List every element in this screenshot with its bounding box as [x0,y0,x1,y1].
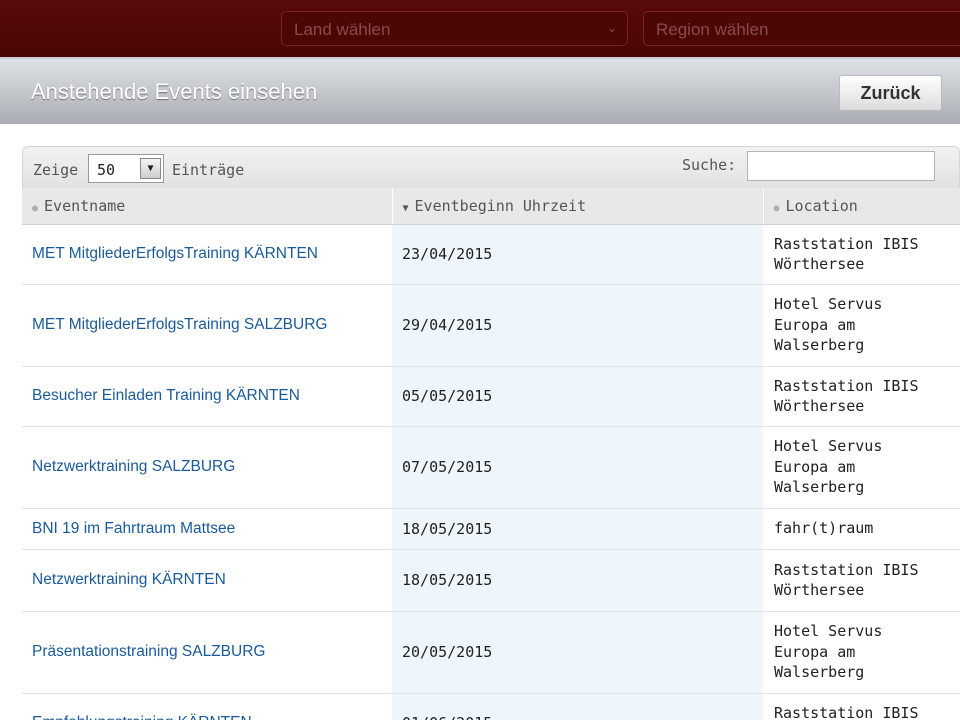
table-row: Netzwerktraining SALZBURG 07/05/2015 Hotel… [22,426,960,509]
location-line: Raststation IBIS [774,560,919,579]
event-date-cell: 18/05/2015 [392,549,763,612]
region-select-placeholder: Region wählen [656,20,769,39]
dropdown-arrow-icon[interactable]: ▼ [140,158,161,179]
event-name-cell: MET MitgliederErfolgsTraining KÄRNTEN [22,224,392,285]
location-line: Europa am [774,315,856,334]
event-location-cell: Hotel Servus Europa am Walserberg [763,611,960,694]
location-line: Raststation IBIS [774,376,919,395]
table-row: Netzwerktraining KÄRNTEN 18/05/2015 Rastst… [22,549,960,612]
page-title: Anstehende Events einsehen [31,79,318,104]
column-header-eventbeginn[interactable]: ▼ Eventbeginn Uhrzeit [392,188,764,225]
events-table: ● Eventname ▼ Eventbeginn Uhrzeit ● Locatio… [22,188,960,720]
country-select[interactable]: Land wählen ⌄ [281,11,628,46]
event-location-cell: Hotel Servus Europa am Walserberg [763,284,960,367]
event-name-link[interactable]: Präsentationstraining SALZBURG [32,643,265,660]
location-line: Walserberg [774,336,865,355]
page-length-value: 50 [97,161,116,179]
table-row: MET MitgliederErfolgsTraining SALZBURG 29… [22,284,960,367]
event-name-link[interactable]: Besucher Einladen Training KÄRNTEN [32,387,300,404]
event-name-link[interactable]: Empfehlungstraining KÄRNTEN [32,714,252,720]
table-row: Präsentationstraining SALZBURG 20/05/2015… [22,611,960,694]
location-line: Hotel Servus [774,622,883,641]
top-bar: Land wählen ⌄ Region wählen [0,0,960,57]
location-line: Raststation IBIS [774,703,919,720]
event-name-cell: Präsentationstraining SALZBURG [22,611,392,694]
sort-both-icon: ● [32,202,39,214]
location-line: Hotel Servus [774,437,883,456]
show-label: Zeige [33,161,79,179]
event-name-link[interactable]: Netzwerktraining SALZBURG [32,458,235,475]
location-line: fahr(t)raum [774,519,874,538]
event-name-cell: Netzwerktraining KÄRNTEN [22,549,392,612]
table-row: MET MitgliederErfolgsTraining KÄRNTEN 23/… [22,224,960,285]
column-header-eventname[interactable]: ● Eventname [22,188,393,225]
event-date-cell: 20/05/2015 [392,611,763,694]
column-header-label: Eventname [44,196,126,215]
table-row: Besucher Einladen Training KÄRNTEN 05/05/… [22,366,960,427]
country-select-placeholder: Land wählen [294,20,391,39]
event-location-cell: Hotel Servus Europa am Walserberg [763,426,960,509]
table-toolbar: Zeige 50 ▼ Einträge Suche: [22,146,960,188]
events-table-panel: Zeige 50 ▼ Einträge Suche: ● Eventname ▼ E… [22,146,960,720]
location-line: Hotel Servus [774,295,883,314]
table-header-row: ● Eventname ▼ Eventbeginn Uhrzeit ● Locatio… [22,188,960,225]
location-line: Europa am [774,642,856,661]
event-name-cell: MET MitgliederErfolgsTraining SALZBURG [22,284,392,367]
event-date-cell: 29/04/2015 [392,284,763,367]
sort-both-icon: ● [773,202,780,214]
event-location-cell: Raststation IBIS Wörthersee [763,549,960,612]
entries-label: Einträge [172,161,245,179]
event-name-cell: Netzwerktraining SALZBURG [22,426,392,509]
event-name-cell: Empfehlungstraining KÄRNTEN [22,693,392,720]
location-line: Raststation IBIS [774,234,919,253]
sort-descending-icon: ▼ [402,202,409,214]
back-button[interactable]: Zurück [839,75,942,111]
event-date-cell: 05/05/2015 [392,366,763,427]
location-line: Wörthersee [774,397,865,415]
event-name-cell: BNI 19 im Fahrtraum Mattsee [22,508,392,550]
event-date-cell: 18/05/2015 [392,508,763,550]
column-header-label: Eventbeginn Uhrzeit [414,196,587,215]
table-body: MET MitgliederErfolgsTraining KÄRNTEN 23/… [22,224,960,720]
region-select[interactable]: Region wählen [643,11,960,46]
page-header: Anstehende Events einsehen Zurück [0,57,960,124]
event-date-cell: 01/06/2015 [392,693,763,720]
event-location-cell: fahr(t)raum [763,508,960,550]
event-name-link[interactable]: BNI 19 im Fahrtraum Mattsee [32,520,235,537]
event-date-cell: 23/04/2015 [392,224,763,285]
event-name-link[interactable]: MET MitgliederErfolgsTraining SALZBURG [32,316,327,333]
location-line: Wörthersee [774,581,865,599]
event-location-cell: Raststation IBIS Wörthersee [763,224,960,285]
location-line: Walserberg [774,663,865,682]
event-name-cell: Besucher Einladen Training KÄRNTEN [22,366,392,427]
location-line: Walserberg [774,478,865,497]
search-label: Suche: [682,156,737,174]
event-location-cell: Raststation IBISWörthersee [763,693,960,720]
event-name-link[interactable]: MET MitgliederErfolgsTraining KÄRNTEN [32,245,318,262]
page-length-select[interactable]: 50 ▼ [88,154,164,183]
event-location-cell: Raststation IBIS Wörthersee [763,366,960,427]
event-name-link[interactable]: Netzwerktraining KÄRNTEN [32,571,226,588]
column-header-location[interactable]: ● Location [763,188,960,225]
column-header-label: Location [785,196,858,215]
location-line: Wörthersee [774,255,865,273]
chevron-down-icon: ⌄ [606,21,617,35]
table-row: BNI 19 im Fahrtraum Mattsee 18/05/2015 fah… [22,508,960,550]
search-input[interactable] [747,151,935,181]
location-line: Europa am [774,457,856,476]
table-row: Empfehlungstraining KÄRNTEN01/06/2015Ras… [22,693,960,720]
event-date-cell: 07/05/2015 [392,426,763,509]
